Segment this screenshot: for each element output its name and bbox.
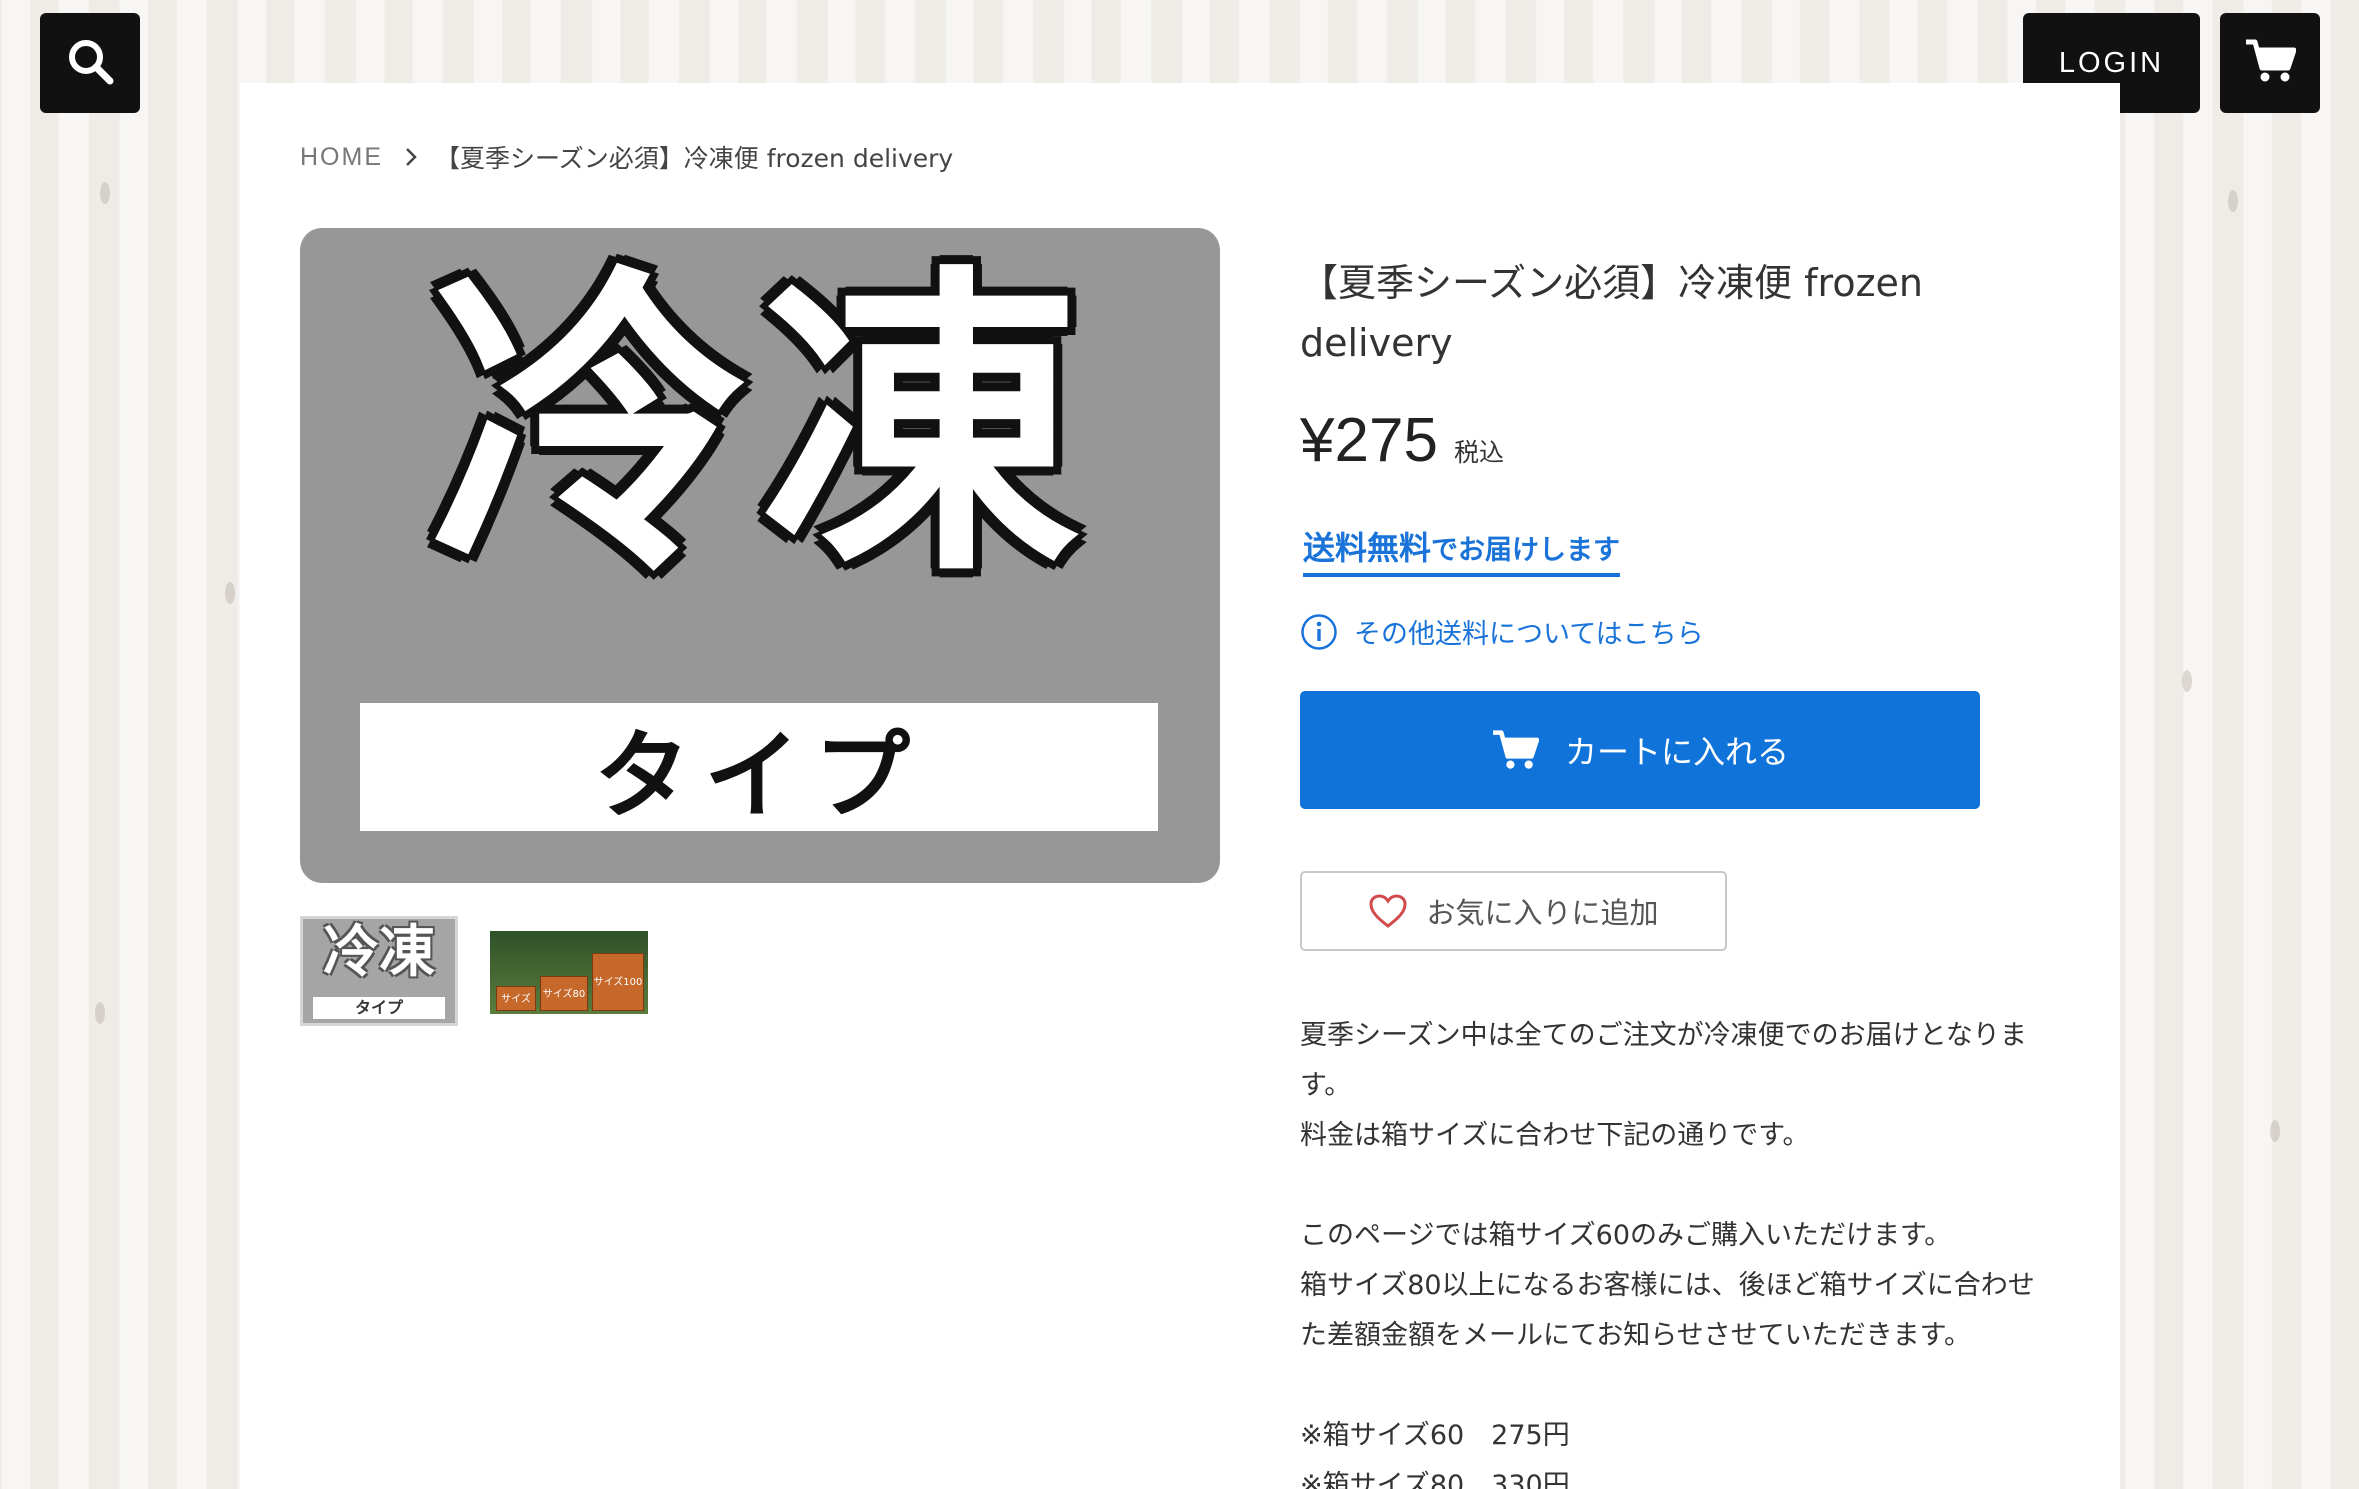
- product-title: 【夏季シーズン必須】冷凍便 frozen delivery: [1300, 261, 1924, 365]
- product-price: ¥275: [1300, 406, 1438, 475]
- description-line: このページでは箱サイズ60のみご購入いただけます。: [1300, 1220, 1952, 1251]
- other-shipping-text: その他送料についてはこちら: [1354, 619, 1704, 650]
- wood-knot: [95, 1002, 105, 1024]
- thumbnail-2[interactable]: サイズ60 サイズ80 サイズ100: [490, 931, 648, 1014]
- thumbnail-1[interactable]: 冷凍 タイプ: [300, 916, 458, 1026]
- free-shipping-main: 送料無料: [1303, 529, 1432, 567]
- wood-knot: [2228, 190, 2238, 212]
- product-description: 夏季シーズン中は全てのご注文が冷凍便でのお届けとなります。 料金は箱サイズに合わ…: [1300, 1011, 2060, 1489]
- header-cart-button[interactable]: [2220, 13, 2320, 113]
- other-shipping-link[interactable]: その他送料についてはこちら: [1300, 612, 1704, 651]
- breadcrumb-home-link[interactable]: HOME: [300, 143, 383, 172]
- search-icon: [66, 37, 114, 89]
- thumbnail-box-80: サイズ80: [540, 976, 588, 1011]
- wood-knot: [225, 582, 235, 604]
- wood-knot: [2270, 1120, 2280, 1142]
- search-button[interactable]: [40, 13, 140, 113]
- description-line: ※箱サイズ80 330円: [1300, 1470, 1570, 1489]
- thumbnail-box-100: サイズ100: [592, 953, 644, 1011]
- heart-icon: [1368, 893, 1408, 929]
- thumbnail-1-band: タイプ: [313, 997, 445, 1019]
- thumbnail-box-60: サイズ60: [496, 986, 536, 1011]
- info-icon: [1300, 613, 1338, 651]
- free-shipping-badge: 送料無料でお届けします: [1303, 523, 1621, 577]
- main-image-band: タイプ: [360, 703, 1158, 832]
- tax-label: 税込: [1453, 438, 1504, 467]
- description-line: 夏季シーズン中は全てのご注文が冷凍便でのお届けとなります。: [1300, 1020, 2027, 1101]
- add-to-cart-label: カートに入れる: [1564, 733, 1789, 771]
- breadcrumb-current: 【夏季シーズン必須】冷凍便 frozen delivery: [435, 144, 954, 173]
- breadcrumb: HOME 【夏季シーズン必須】冷凍便 frozen delivery: [300, 139, 953, 175]
- wood-knot: [100, 182, 110, 204]
- description-line: 箱サイズ80以上になるお客様には、後ほど箱サイズに合わせた差額金額をメールにてお…: [1300, 1270, 2035, 1351]
- main-image-kanji: 冷凍: [430, 242, 1090, 614]
- description-line: ※箱サイズ60 275円: [1300, 1420, 1570, 1451]
- thumbnail-1-kanji: 冷凍: [323, 920, 435, 985]
- description-line: 料金は箱サイズに合わせ下記の通りです。: [1300, 1120, 1810, 1151]
- chevron-right-icon: [405, 147, 417, 167]
- cart-icon: [1491, 729, 1539, 771]
- add-to-favorites-label: お気に入りに追加: [1426, 896, 1659, 930]
- product-panel: HOME 【夏季シーズン必須】冷凍便 frozen delivery 冷凍 タイ…: [240, 83, 2120, 1489]
- description-line: [1300, 1161, 2060, 1211]
- price-row: ¥275 税込: [1300, 405, 1504, 476]
- main-product-image[interactable]: 冷凍 タイプ: [300, 228, 1220, 883]
- add-to-favorites-button[interactable]: お気に入りに追加: [1300, 871, 1727, 951]
- wood-knot: [2182, 670, 2192, 692]
- description-line: [1300, 1361, 2060, 1411]
- cart-icon: [2244, 38, 2297, 88]
- add-to-cart-button[interactable]: カートに入れる: [1300, 691, 1980, 809]
- free-shipping-sub: でお届けします: [1431, 535, 1621, 566]
